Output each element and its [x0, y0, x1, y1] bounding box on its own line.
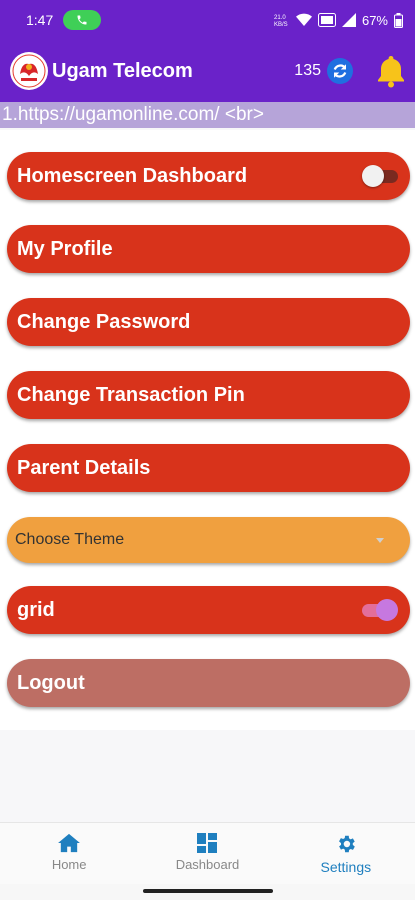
grid-toggle[interactable] [362, 599, 398, 621]
my-profile-button[interactable]: My Profile [7, 225, 410, 273]
app-title: Ugam Telecom [52, 59, 193, 82]
nav-label-settings: Settings [320, 859, 372, 875]
homescreen-dashboard-label: Homescreen Dashboard [17, 164, 248, 187]
grid-label: grid [17, 598, 55, 621]
status-bar: 1:47 21.0 KB/S 67% [0, 0, 415, 40]
home-icon [58, 833, 81, 853]
notification-count: 135 [294, 62, 321, 79]
grid-item[interactable]: grid [7, 586, 410, 634]
wifi-icon [295, 13, 312, 26]
bottom-navigation: Home Dashboard Settings [0, 822, 415, 885]
svg-text:KB/S: KB/S [274, 22, 288, 27]
homescreen-dashboard-toggle[interactable] [362, 165, 398, 187]
battery-icon [394, 12, 403, 28]
gesture-bar [0, 884, 415, 900]
logo-emblem-icon [12, 54, 46, 88]
refresh-button[interactable] [327, 58, 353, 84]
logout-label: Logout [17, 671, 85, 694]
home-gesture-handle[interactable] [143, 889, 273, 893]
nav-tab-dashboard[interactable]: Dashboard [138, 823, 276, 885]
svg-text:21.0: 21.0 [274, 15, 286, 21]
ongoing-call-indicator[interactable] [63, 10, 102, 30]
app-bar: Ugam Telecom 135 [0, 40, 415, 102]
change-transaction-pin-label: Change Transaction Pin [17, 383, 245, 406]
change-password-button[interactable]: Change Password [7, 298, 410, 346]
bell-icon[interactable] [375, 54, 407, 88]
signal-icon [341, 13, 356, 27]
nav-label-dashboard: Dashboard [175, 857, 240, 872]
toggle-thumb [362, 165, 384, 187]
dropdown-caret-icon [376, 537, 384, 543]
url-banner: 1.https://ugamonline.com/ <br> [0, 102, 415, 128]
homescreen-dashboard-item[interactable]: Homescreen Dashboard [7, 152, 410, 200]
data-speed-icon: 21.0KB/S [274, 15, 288, 27]
my-profile-label: My Profile [17, 237, 113, 260]
volte-icon [317, 13, 336, 27]
status-time: 1:47 [26, 12, 54, 28]
dashboard-icon [197, 833, 218, 853]
phone-icon [77, 15, 87, 25]
settings-menu: Homescreen Dashboard My Profile Change P… [7, 152, 410, 732]
logout-button[interactable]: Logout [7, 659, 410, 707]
battery-percent: 67% [361, 12, 388, 28]
nav-label-home: Home [51, 857, 87, 872]
choose-theme-dropdown[interactable]: Choose Theme [7, 517, 410, 563]
nav-tab-settings[interactable]: Settings [277, 823, 415, 885]
parent-details-label: Parent Details [17, 456, 151, 479]
choose-theme-label: Choose Theme [15, 531, 125, 548]
gear-icon [338, 835, 355, 853]
refresh-icon [333, 64, 347, 78]
change-password-label: Change Password [17, 310, 191, 333]
nav-tab-home[interactable]: Home [0, 823, 138, 885]
change-transaction-pin-button[interactable]: Change Transaction Pin [7, 371, 410, 419]
parent-details-button[interactable]: Parent Details [7, 444, 410, 492]
toggle-thumb [376, 599, 398, 621]
app-logo [10, 52, 48, 90]
